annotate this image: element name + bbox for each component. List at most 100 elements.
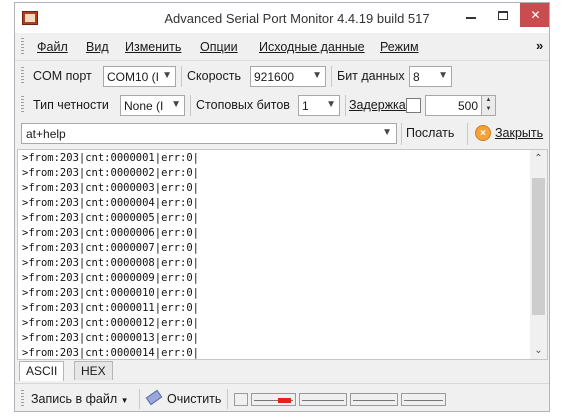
bottom-toolbar: Запись в файл ▼ Очистить bbox=[15, 383, 549, 411]
tab-ascii[interactable]: ASCII bbox=[19, 361, 65, 381]
signal-line-active bbox=[251, 393, 296, 406]
output-line: >from:203|cnt:0000007|err:0| bbox=[22, 242, 200, 254]
separator bbox=[181, 66, 182, 87]
output-line: >from:203|cnt:0000011|err:0| bbox=[22, 302, 200, 314]
output-line: >from:203|cnt:0000006|err:0| bbox=[22, 227, 200, 239]
speed-select[interactable]: 921600 ▼ bbox=[250, 66, 326, 87]
spin-down-icon[interactable]: ▼ bbox=[482, 105, 495, 114]
separator bbox=[345, 95, 346, 116]
chevron-down-icon: ▼ bbox=[162, 70, 172, 81]
speed-value: 921600 bbox=[254, 70, 295, 84]
menu-edit[interactable]: Изменить bbox=[125, 40, 181, 54]
delay-input[interactable]: 500 ▲ ▼ bbox=[425, 95, 496, 116]
separator bbox=[139, 389, 140, 409]
stop-bits-label: Стоповых битов bbox=[196, 98, 290, 112]
signal-trace bbox=[302, 400, 344, 401]
delay-value: 500 bbox=[457, 99, 478, 113]
toolbar-grip[interactable] bbox=[21, 67, 24, 85]
line-settings-toolbar: Тип четности None (I ▼ Стоповых битов 1 … bbox=[15, 91, 549, 119]
output-line: >from:203|cnt:0000002|err:0| bbox=[22, 167, 200, 179]
close-port-button[interactable]: Закрыть bbox=[495, 122, 543, 144]
separator bbox=[227, 389, 228, 409]
maximize-icon bbox=[498, 10, 508, 20]
tab-hex[interactable]: HEX bbox=[74, 361, 113, 380]
separator bbox=[401, 123, 402, 145]
menu-mode[interactable]: Режим bbox=[380, 40, 419, 54]
chevron-down-icon: ▼ bbox=[326, 99, 336, 110]
scroll-up-icon[interactable]: ⌃ bbox=[530, 150, 547, 167]
com-port-select[interactable]: COM10 (I ▼ bbox=[103, 66, 176, 87]
toolbar-grip[interactable] bbox=[21, 390, 24, 408]
delay-checkbox[interactable] bbox=[406, 98, 421, 113]
scroll-down-icon[interactable]: ⌄ bbox=[530, 342, 547, 359]
port-toolbar: COM порт COM10 (I ▼ Скорость 921600 ▼ Би… bbox=[15, 62, 549, 90]
output-line: >from:203|cnt:0000009|err:0| bbox=[22, 272, 200, 284]
data-bits-value: 8 bbox=[413, 70, 420, 84]
delay-spinner[interactable]: ▲ ▼ bbox=[481, 96, 495, 115]
maximize-button[interactable] bbox=[488, 3, 518, 27]
output-line: >from:203|cnt:0000003|err:0| bbox=[22, 182, 200, 194]
save-to-file-label: Запись в файл bbox=[31, 392, 118, 406]
signal-indicator bbox=[234, 393, 248, 406]
menu-bar: Файл Вид Изменить Опции Исходные данные … bbox=[15, 33, 549, 61]
chevron-down-icon: ▼ bbox=[120, 396, 129, 405]
signal-line bbox=[350, 393, 398, 406]
output-line: >from:203|cnt:0000001|err:0| bbox=[22, 152, 200, 164]
data-bits-label: Бит данных bbox=[337, 69, 405, 83]
output-terminal[interactable]: >from:203|cnt:0000001|err:0| >from:203|cn… bbox=[17, 149, 548, 360]
menu-file[interactable]: Файл bbox=[37, 40, 68, 54]
separator bbox=[190, 95, 191, 116]
output-line: >from:203|cnt:0000014|err:0| bbox=[22, 347, 200, 359]
speed-label: Скорость bbox=[187, 69, 241, 83]
menu-overflow-button[interactable]: » bbox=[536, 38, 543, 53]
output-line: >from:203|cnt:0000013|err:0| bbox=[22, 332, 200, 344]
toolbar-grip[interactable] bbox=[21, 38, 24, 56]
chevron-down-icon: ▼ bbox=[312, 70, 322, 81]
scrollbar-thumb[interactable] bbox=[532, 178, 545, 315]
signal-active-marker bbox=[278, 398, 291, 403]
toolbar-grip[interactable] bbox=[21, 96, 24, 114]
view-tabs: ASCII HEX bbox=[15, 361, 549, 381]
title-bar[interactable]: Advanced Serial Port Monitor 4.4.19 buil… bbox=[15, 3, 549, 33]
data-bits-select[interactable]: 8 ▼ bbox=[409, 66, 452, 87]
parity-label: Тип четности bbox=[33, 98, 109, 112]
output-line: >from:203|cnt:0000010|err:0| bbox=[22, 287, 200, 299]
clear-button[interactable]: Очистить bbox=[167, 388, 221, 410]
com-port-label: COM порт bbox=[33, 69, 92, 83]
menu-source-data[interactable]: Исходные данные bbox=[259, 40, 365, 54]
separator bbox=[331, 66, 332, 87]
chevron-down-icon: ▼ bbox=[171, 99, 181, 110]
com-port-value: COM10 (I bbox=[107, 70, 160, 84]
spin-up-icon[interactable]: ▲ bbox=[482, 96, 495, 105]
parity-select[interactable]: None (I ▼ bbox=[120, 95, 185, 116]
close-window-button[interactable]: ✕ bbox=[520, 3, 549, 27]
command-toolbar: at+help ▼ Послать × Закрыть bbox=[15, 119, 549, 148]
stop-bits-value: 1 bbox=[302, 99, 309, 113]
close-port-icon: × bbox=[475, 125, 491, 141]
command-value: at+help bbox=[26, 127, 66, 141]
chevron-down-icon: ▼ bbox=[382, 127, 392, 138]
output-line: >from:203|cnt:0000005|err:0| bbox=[22, 212, 200, 224]
signal-line bbox=[401, 393, 446, 406]
menu-view[interactable]: Вид bbox=[86, 40, 109, 54]
minimize-button[interactable] bbox=[456, 3, 486, 27]
signal-trace bbox=[353, 400, 395, 401]
stop-bits-select[interactable]: 1 ▼ bbox=[298, 95, 340, 116]
parity-value: None (I bbox=[124, 99, 164, 113]
vertical-scrollbar[interactable]: ⌃ ⌄ bbox=[530, 150, 547, 359]
app-window: Advanced Serial Port Monitor 4.4.19 buil… bbox=[14, 2, 550, 412]
signal-trace bbox=[404, 400, 443, 401]
output-line: >from:203|cnt:0000008|err:0| bbox=[22, 257, 200, 269]
output-line: >from:203|cnt:0000004|err:0| bbox=[22, 197, 200, 209]
save-to-file-button[interactable]: Запись в файл ▼ bbox=[31, 388, 129, 410]
output-lines: >from:203|cnt:0000001|err:0| >from:203|cn… bbox=[22, 151, 200, 359]
menu-options[interactable]: Опции bbox=[200, 40, 238, 54]
eraser-icon bbox=[145, 389, 163, 406]
chevron-down-icon: ▼ bbox=[438, 70, 448, 81]
command-input[interactable]: at+help ▼ bbox=[21, 123, 397, 144]
separator bbox=[467, 123, 468, 145]
send-button[interactable]: Послать bbox=[406, 122, 454, 144]
output-line: >from:203|cnt:0000012|err:0| bbox=[22, 317, 200, 329]
minimize-icon bbox=[466, 17, 476, 19]
signal-line bbox=[299, 393, 347, 406]
